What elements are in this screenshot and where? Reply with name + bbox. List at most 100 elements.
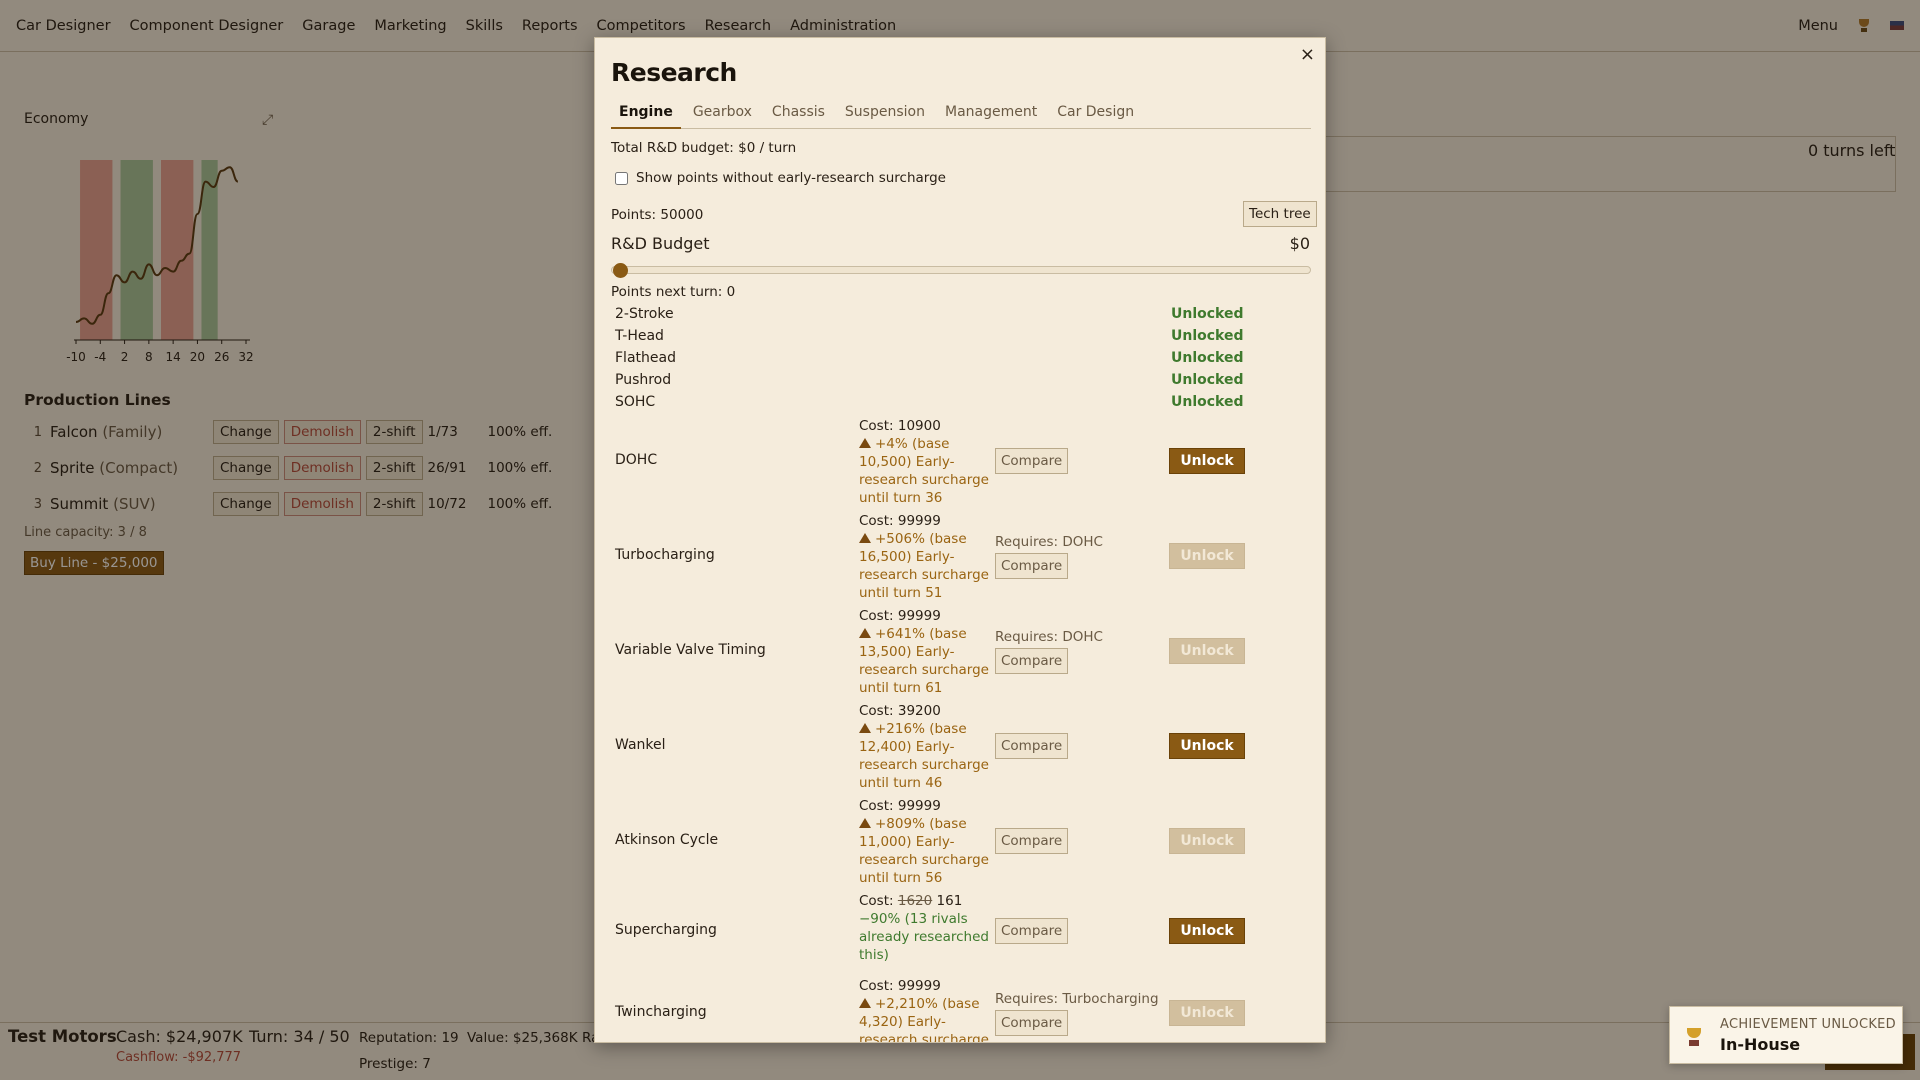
tech-cost: Cost: 39200 <box>859 703 941 719</box>
unlock-button[interactable]: Unlock <box>1169 638 1245 664</box>
tab-gearbox[interactable]: Gearbox <box>685 102 760 129</box>
surcharge-checkbox[interactable] <box>615 171 628 185</box>
cost-discount-note: −90% (13 rivals already researched this) <box>859 911 989 963</box>
compare-button[interactable]: Compare <box>995 918 1069 944</box>
research-modal: × Research Engine Gearbox Chassis Suspen… <box>594 37 1326 1043</box>
tab-management[interactable]: Management <box>937 102 1045 129</box>
unlock-button[interactable]: Unlock <box>1169 448 1245 474</box>
rd-budget-value: $0 <box>1289 234 1310 253</box>
tech-row-unlocked: SOHC Unlocked <box>611 391 1311 413</box>
tech-row: Twincharging Cost: 99999 +2,210% (base 4,3… <box>611 973 1311 1042</box>
warning-triangle-icon <box>859 818 871 828</box>
cost-surcharge-note: +641% (base 13,500) Early-research surch… <box>859 625 991 697</box>
tech-requires: Requires: Turbocharging <box>995 991 1159 1007</box>
tech-row-unlocked: T-Head Unlocked <box>611 325 1311 347</box>
trophy-icon <box>1686 1028 1702 1048</box>
tech-name: Wankel <box>615 737 666 753</box>
total-budget: Total R&D budget: $0 / turn <box>611 140 797 156</box>
modal-title: Research <box>611 58 737 87</box>
cost-surcharge-note: +4% (base 10,500) Early-research surchar… <box>859 435 991 507</box>
tech-cost-block: Cost: 39200 +216% (base 12,400) Early-res… <box>859 702 991 792</box>
rd-budget-slider[interactable] <box>611 266 1311 274</box>
warning-triangle-icon <box>859 723 871 733</box>
research-tabs: Engine Gearbox Chassis Suspension Manage… <box>611 102 1311 129</box>
tech-cost: Cost: 1620 161 <box>859 892 991 910</box>
cost-discounted: 161 <box>936 893 963 909</box>
surcharge-text: +809% (base 11,000) Early-research surch… <box>859 816 989 886</box>
tech-row: DOHC Cost: 10900 +4% (base 10,500) Early-r… <box>611 413 1311 508</box>
tech-cost-block: Cost: 99999 +809% (base 11,000) Early-res… <box>859 797 991 887</box>
tech-list: 2-Stroke Unlocked T-Head Unlocked Flathead Un… <box>611 303 1311 1042</box>
unlock-button[interactable]: Unlock <box>1169 1000 1245 1026</box>
tech-cost-block: Cost: 99999 +641% (base 13,500) Early-res… <box>859 607 991 697</box>
tech-cost-block: Cost: 99999 +506% (base 16,500) Early-res… <box>859 512 991 602</box>
tech-cost-block: Cost: 1620 161 −90% (13 rivals already re… <box>859 892 991 964</box>
tech-name: Supercharging <box>615 922 717 938</box>
unlock-button[interactable]: Unlock <box>1169 918 1245 944</box>
tech-name: SOHC <box>615 394 656 410</box>
tech-tree-button[interactable]: Tech tree <box>1243 201 1317 227</box>
tech-row: Atkinson Cycle Cost: 99999 +809% (base 11,… <box>611 793 1311 888</box>
surcharge-label: Show points without early-research surch… <box>636 170 946 186</box>
compare-button[interactable]: Compare <box>995 448 1069 474</box>
tech-name: Turbocharging <box>615 547 715 563</box>
tab-chassis[interactable]: Chassis <box>764 102 833 129</box>
tab-suspension[interactable]: Suspension <box>837 102 933 129</box>
tech-row-unlocked: 2-Stroke Unlocked <box>611 303 1311 325</box>
tech-requires: Requires: DOHC <box>995 629 1103 645</box>
surcharge-text: +506% (base 16,500) Early-research surch… <box>859 531 989 601</box>
warning-triangle-icon <box>859 998 871 1008</box>
tech-row-unlocked: Pushrod Unlocked <box>611 369 1311 391</box>
compare-button[interactable]: Compare <box>995 553 1069 579</box>
achievement-toast[interactable]: ACHIEVEMENT UNLOCKED In-House <box>1669 1006 1903 1064</box>
cost-original: 1620 <box>897 893 933 909</box>
compare-button[interactable]: Compare <box>995 828 1069 854</box>
cost-surcharge-note: +216% (base 12,400) Early-research surch… <box>859 720 991 792</box>
surcharge-toggle[interactable]: Show points without early-research surch… <box>615 170 946 186</box>
tech-cost: Cost: 99999 <box>859 513 941 529</box>
slider-thumb[interactable] <box>613 263 628 278</box>
tech-row-unlocked: Flathead Unlocked <box>611 347 1311 369</box>
tech-row: Supercharging Cost: 1620 161 −90% (13 riva… <box>611 888 1311 973</box>
tech-row: Wankel Cost: 39200 +216% (base 12,400) Ear… <box>611 698 1311 793</box>
toast-achievement-name: In-House <box>1720 1035 1801 1054</box>
tech-cost: Cost: 99999 <box>859 608 941 624</box>
tech-cost: Cost: 10900 <box>859 418 941 434</box>
tech-name: Atkinson Cycle <box>615 832 719 848</box>
tech-row: Turbocharging Cost: 99999 +506% (base 16,5… <box>611 508 1311 603</box>
rd-budget-label: R&D Budget <box>611 234 710 253</box>
surcharge-text: +641% (base 13,500) Early-research surch… <box>859 626 989 696</box>
unlock-button[interactable]: Unlock <box>1169 733 1245 759</box>
tech-status: Unlocked <box>1171 328 1244 344</box>
tech-requires: Requires: DOHC <box>995 534 1103 550</box>
points-total: Points: 50000 <box>611 207 704 223</box>
tech-name: Twincharging <box>615 1004 707 1020</box>
tech-name: Flathead <box>615 350 676 366</box>
tech-name: Variable Valve Timing <box>615 642 766 658</box>
tech-name: Pushrod <box>615 372 672 388</box>
close-icon[interactable]: × <box>1300 44 1315 65</box>
tech-status: Unlocked <box>1171 372 1244 388</box>
tech-status: Unlocked <box>1171 394 1244 410</box>
tab-car-design[interactable]: Car Design <box>1049 102 1142 129</box>
compare-button[interactable]: Compare <box>995 648 1069 674</box>
tech-name: T-Head <box>615 328 664 344</box>
points-next-turn: Points next turn: 0 <box>611 284 736 300</box>
cost-label: Cost: <box>859 893 894 909</box>
compare-button[interactable]: Compare <box>995 1010 1069 1036</box>
tech-cost: Cost: 99999 <box>859 978 941 994</box>
cost-surcharge-note: +809% (base 11,000) Early-research surch… <box>859 815 991 887</box>
unlock-button[interactable]: Unlock <box>1169 828 1245 854</box>
tab-engine[interactable]: Engine <box>611 102 681 129</box>
surcharge-text: +4% (base 10,500) Early-research surchar… <box>859 436 989 506</box>
tech-cost-block: Cost: 10900 +4% (base 10,500) Early-resea… <box>859 417 991 507</box>
unlock-button[interactable]: Unlock <box>1169 543 1245 569</box>
warning-triangle-icon <box>859 533 871 543</box>
tech-row: Variable Valve Timing Cost: 99999 +641% (b… <box>611 603 1311 698</box>
compare-button[interactable]: Compare <box>995 733 1069 759</box>
cost-surcharge-note: +2,210% (base 4,320) Early-research surc… <box>859 995 991 1042</box>
tech-status: Unlocked <box>1171 350 1244 366</box>
tech-cost: Cost: 99999 <box>859 798 941 814</box>
tech-status: Unlocked <box>1171 306 1244 322</box>
tech-cost-block: Cost: 99999 +2,210% (base 4,320) Early-re… <box>859 977 991 1042</box>
